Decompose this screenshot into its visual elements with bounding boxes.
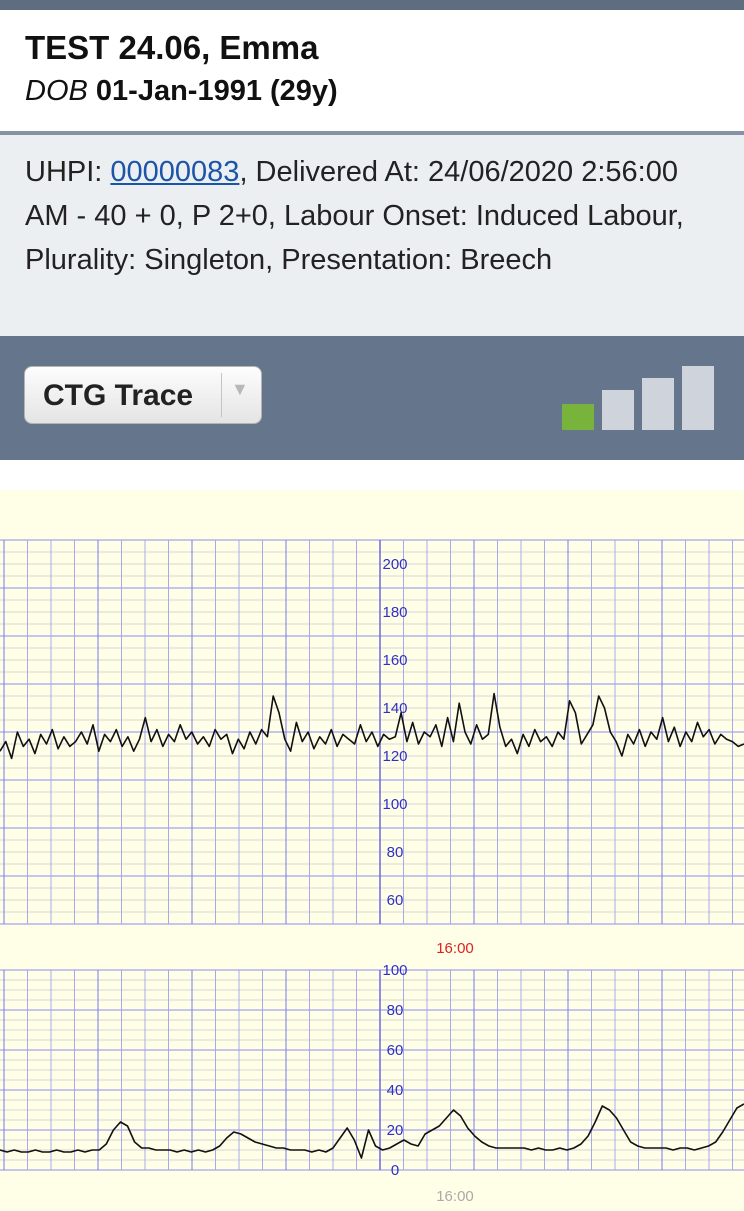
select-separator [221,373,222,417]
delivery-details: UHPI: 00000083, Delivered At: 24/06/2020… [0,135,744,336]
axis-tick-label: 100 [382,796,407,813]
axis-tick-label: 20 [387,1122,404,1139]
axis-tick-label: 140 [382,700,407,717]
axis-tick-label: 80 [387,844,404,861]
patient-dob: DOB 01-Jan-1991 (29y) [25,72,744,110]
axis-tick-label: 0 [391,1162,399,1179]
chart-background [0,490,744,1211]
axis-tick-label: 60 [387,1042,404,1059]
axis-tick-label: 60 [387,892,404,909]
dropdown-arrow-icon: ▼ [231,379,249,399]
toco-time-label: 16:00 [436,1188,474,1205]
axis-tick-label: 100 [382,962,407,979]
uhpi-label: UHPI: [25,156,111,188]
dob-label: DOB [25,75,88,107]
dob-value: 01-Jan-1991 (29y) [95,75,338,107]
signal-bar [682,366,714,430]
signal-bar [602,390,634,430]
ctg-trace-area[interactable]: 200 180 160 140 120 100 80 60 100 80 60 40 20 0 16:0… [0,460,744,1211]
patient-header: TEST 24.06, Emma DOB 01-Jan-1991 (29y) [0,10,744,132]
axis-tick-label: 160 [382,652,407,669]
axis-tick-label: 80 [387,1002,404,1019]
ctg-chart[interactable]: 2001801601401201008060 100806040200 16:0… [0,460,744,1211]
axis-tick-label: 120 [382,748,407,765]
signal-bar [562,404,594,430]
view-select[interactable]: CTG Trace ▼ [24,366,262,424]
fhr-time-label: 16:00 [436,940,474,957]
signal-bar [642,378,674,430]
patient-name: TEST 24.06, Emma [25,29,319,66]
toco-grid [0,969,744,1171]
view-select-value: CTG Trace [43,379,194,412]
axis-tick-label: 200 [382,556,407,573]
signal-strength-icon [562,366,716,430]
uhpi-link[interactable]: 00000083 [110,156,239,188]
axis-tick-label: 40 [387,1082,404,1099]
axis-tick-label: 180 [382,604,407,621]
top-accent-bar [0,0,744,10]
